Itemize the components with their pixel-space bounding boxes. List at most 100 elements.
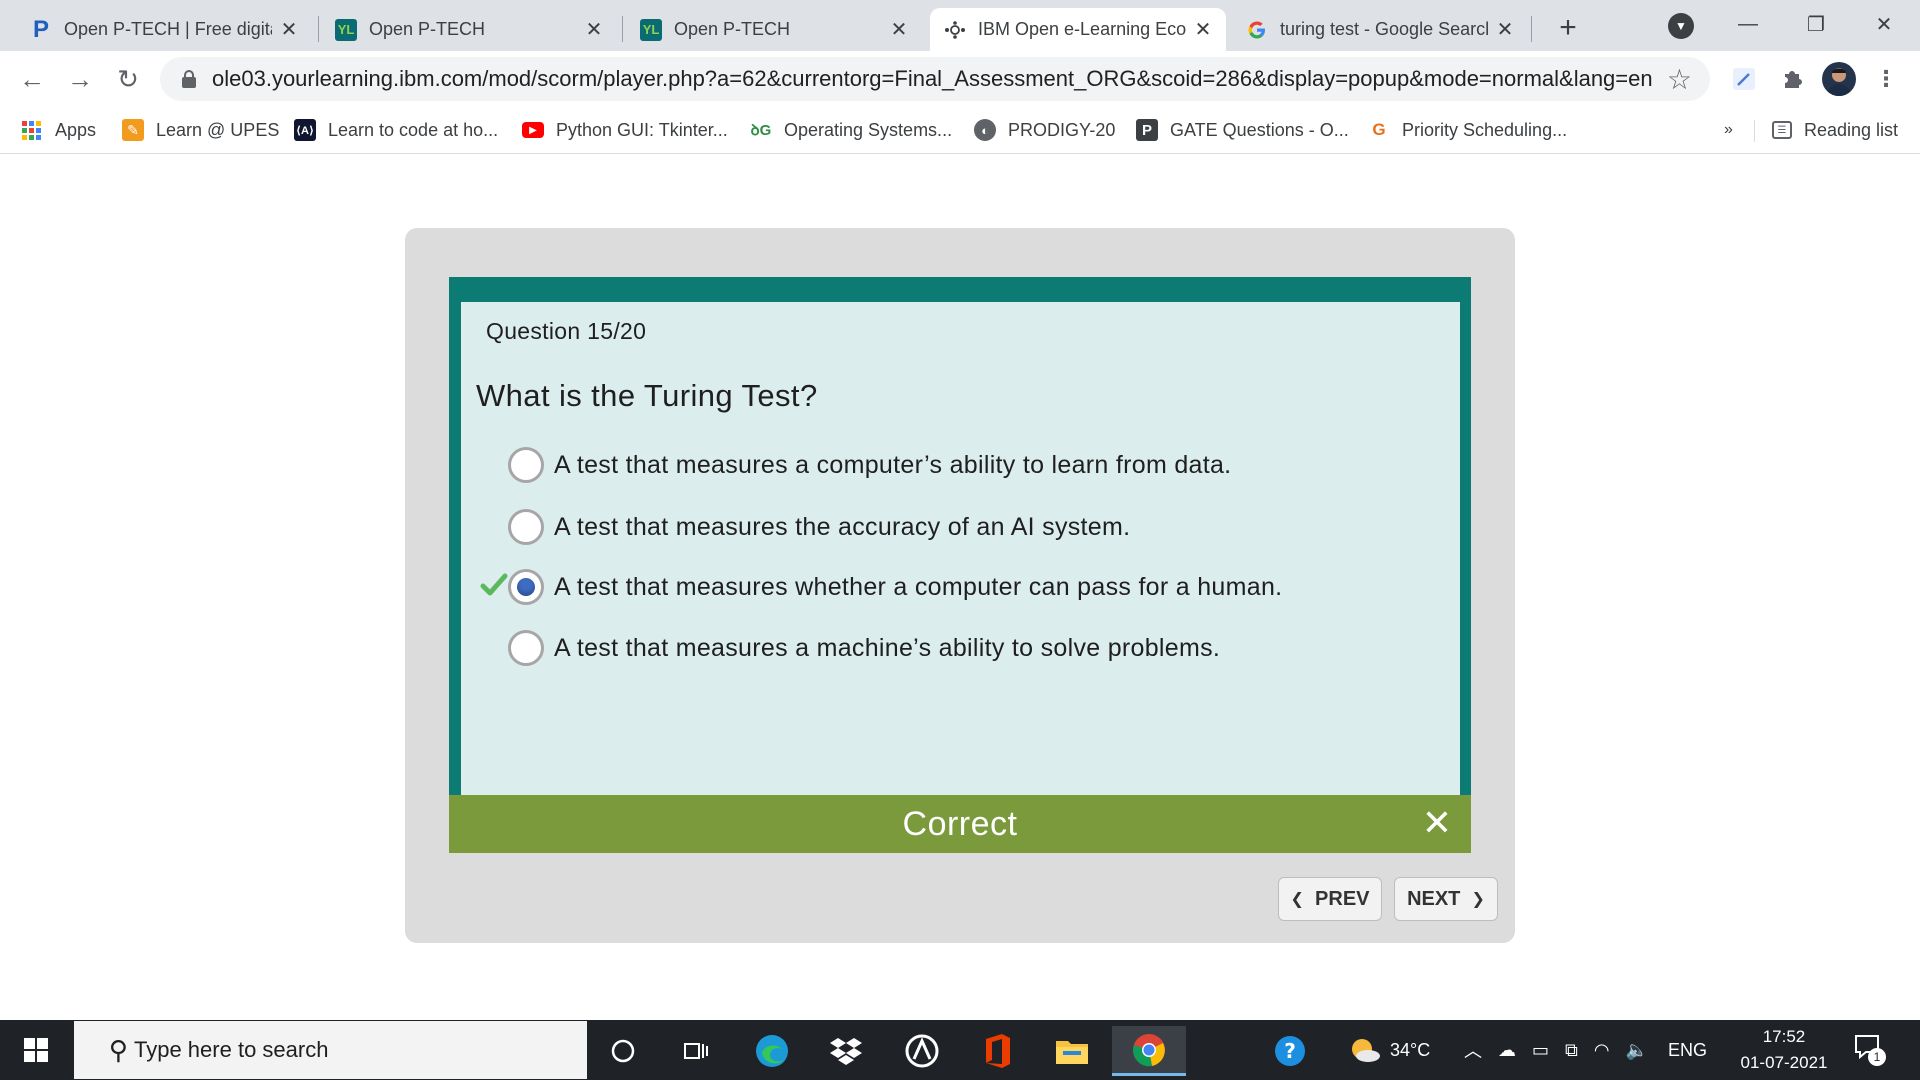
question-text: What is the Turing Test? xyxy=(476,378,818,413)
new-tab-button[interactable]: + xyxy=(1550,10,1586,46)
reload-button[interactable]: ↻ xyxy=(110,61,146,97)
profile-avatar[interactable] xyxy=(1822,62,1856,96)
tab-separator xyxy=(318,16,319,42)
globe-icon: ◐ xyxy=(974,119,996,141)
answer-option-3[interactable]: A test that measures whether a computer … xyxy=(508,566,1282,608)
bookmark-apps[interactable]: Apps xyxy=(22,115,96,145)
close-window-button[interactable]: ✕ xyxy=(1864,6,1904,42)
help-icon[interactable]: ? xyxy=(1262,1026,1318,1076)
system-clock[interactable]: 17:52 01-07-2021 xyxy=(1728,1024,1840,1076)
search-placeholder: Type here to search xyxy=(134,1037,329,1062)
chrome-taskbar-icon[interactable] xyxy=(1112,1026,1186,1076)
kebab-menu-icon[interactable]: ⋮ xyxy=(1870,63,1902,95)
ptech-logo-icon: P xyxy=(32,15,49,43)
app-hexagon-icon[interactable] xyxy=(894,1026,950,1076)
tab-open-ptech-1[interactable]: P Open P-TECH | Free digital ✕ xyxy=(16,8,312,51)
tab-open-ptech-3[interactable]: YL Open P-TECH ✕ xyxy=(626,8,922,51)
bookmark-python-gui[interactable]: ▶ Python GUI: Tkinter... xyxy=(522,115,728,145)
bookmarks-overflow-button[interactable]: » xyxy=(1724,115,1733,145)
temperature: 34°C xyxy=(1390,1039,1431,1060)
close-icon[interactable]: ✕ xyxy=(1192,19,1214,41)
svg-text:?: ? xyxy=(1284,1039,1296,1063)
bookmark-star-icon[interactable]: ☆ xyxy=(1667,63,1692,96)
google-logo-icon xyxy=(1246,19,1268,41)
prev-button[interactable]: ❮ PREV xyxy=(1278,877,1382,921)
question-number: Question 15/20 xyxy=(486,318,647,344)
tab-google-search[interactable]: turing test - Google Search ✕ xyxy=(1232,8,1528,51)
p-logo-icon: P xyxy=(1136,119,1158,141)
onedrive-cloud-icon[interactable]: ☁ xyxy=(1498,1040,1516,1061)
ibm-ecosystem-icon xyxy=(944,19,966,41)
forward-button[interactable]: → xyxy=(62,61,98,97)
notification-center-button[interactable]: 1 xyxy=(1854,1034,1886,1066)
weather-sun-icon xyxy=(1352,1039,1380,1062)
bookmark-prodigy[interactable]: ◐ PRODIGY-20 xyxy=(974,115,1115,145)
reading-list-button[interactable]: ☰ Reading list xyxy=(1772,115,1898,145)
url-text[interactable]: ole03.yourlearning.ibm.com/mod/scorm/pla… xyxy=(212,66,1653,92)
file-explorer-icon[interactable] xyxy=(1044,1026,1100,1076)
wifi-icon[interactable]: ◠ xyxy=(1594,1040,1610,1061)
battery-icon[interactable]: ▭ xyxy=(1532,1040,1549,1061)
yourlearning-logo-icon: YL xyxy=(640,18,662,41)
bookmark-gate-questions[interactable]: P GATE Questions - O... xyxy=(1136,115,1349,145)
tab-strip: P Open P-TECH | Free digital ✕ YL Open P… xyxy=(0,0,1920,51)
answer-option-label: A test that measures a computer’s abilit… xyxy=(554,450,1232,479)
bookmark-operating-systems[interactable]: ꝺG Operating Systems... xyxy=(750,115,952,145)
radio-button[interactable] xyxy=(508,630,544,666)
tab-ibm-elearning[interactable]: IBM Open e-Learning Eco ✕ xyxy=(930,8,1226,51)
close-icon[interactable]: ✕ xyxy=(1419,802,1455,843)
lock-icon xyxy=(182,70,196,88)
bookmark-learn-to-code[interactable]: ⟨A⟩ Learn to code at ho... xyxy=(294,115,498,145)
tab-title: Open P-TECH xyxy=(369,19,486,39)
question-panel xyxy=(461,302,1460,795)
bookmark-priority-scheduling[interactable]: G Priority Scheduling... xyxy=(1368,115,1567,145)
restore-button[interactable]: ❐ xyxy=(1796,6,1836,42)
cortana-icon[interactable] xyxy=(595,1026,651,1076)
answer-option-2[interactable]: A test that measures the accuracy of an … xyxy=(508,506,1130,548)
office-icon[interactable] xyxy=(969,1026,1025,1076)
tab-search-button[interactable]: ▼ xyxy=(1668,13,1694,39)
browser-toolbar: ← → ↻ ole03.yourlearning.ibm.com/mod/sco… xyxy=(0,51,1920,107)
answer-option-1[interactable]: A test that measures a computer’s abilit… xyxy=(508,444,1231,486)
radio-button-selected[interactable] xyxy=(508,569,544,605)
reading-list-icon: ☰ xyxy=(1772,121,1792,139)
task-view-icon[interactable] xyxy=(668,1026,724,1076)
minimize-button[interactable]: ― xyxy=(1728,6,1768,42)
chevron-up-icon[interactable]: ︿ xyxy=(1464,1037,1482,1063)
address-bar[interactable]: ole03.yourlearning.ibm.com/mod/scorm/pla… xyxy=(160,57,1710,101)
prev-label: PREV xyxy=(1315,887,1370,910)
answer-option-label: A test that measures whether a computer … xyxy=(554,572,1283,601)
reading-list-label: Reading list xyxy=(1804,119,1899,140)
radio-button[interactable] xyxy=(508,447,544,483)
yourlearning-logo-icon: YL xyxy=(335,18,357,41)
radio-selected-dot xyxy=(517,578,535,596)
bookmark-label: Python GUI: Tkinter... xyxy=(556,119,728,140)
extension-pen-icon[interactable] xyxy=(1728,63,1760,95)
g-logo-icon: G xyxy=(1372,120,1386,139)
edge-browser-icon[interactable] xyxy=(744,1026,800,1076)
volume-icon[interactable]: 🔈 xyxy=(1626,1040,1648,1061)
next-button[interactable]: NEXT ❯ xyxy=(1394,877,1498,921)
clock-time: 17:52 xyxy=(1762,1027,1806,1046)
close-icon[interactable]: ✕ xyxy=(278,19,300,41)
correct-checkmark-icon xyxy=(480,573,508,596)
radio-button[interactable] xyxy=(508,509,544,545)
windows-taskbar: ⚲ Type here to search ? 34°C ︿ ☁ ▭ ⧉ ◠ 🔈… xyxy=(0,1020,1920,1080)
bookmark-learn-upes[interactable]: ✎ Learn @ UPES xyxy=(122,115,279,145)
answer-option-4[interactable]: A test that measures a machine’s ability… xyxy=(508,627,1220,669)
close-icon[interactable]: ✕ xyxy=(1494,19,1516,41)
meet-now-icon[interactable]: ⧉ xyxy=(1565,1040,1578,1061)
start-button[interactable] xyxy=(0,1020,72,1080)
answer-option-label: A test that measures the accuracy of an … xyxy=(554,512,1131,541)
back-button[interactable]: ← xyxy=(14,61,50,97)
tab-open-ptech-2[interactable]: YL Open P-TECH ✕ xyxy=(321,8,617,51)
extensions-puzzle-icon[interactable] xyxy=(1776,63,1808,95)
next-label: NEXT xyxy=(1407,887,1461,910)
close-icon[interactable]: ✕ xyxy=(583,19,605,41)
language-indicator[interactable]: ENG xyxy=(1668,1040,1707,1061)
dropbox-icon[interactable] xyxy=(818,1026,874,1076)
feedback-text: Correct xyxy=(902,804,1018,843)
taskbar-search-box[interactable]: ⚲ Type here to search xyxy=(74,1021,587,1079)
weather-widget[interactable]: 34°C xyxy=(1348,1020,1430,1080)
close-icon[interactable]: ✕ xyxy=(888,19,910,41)
